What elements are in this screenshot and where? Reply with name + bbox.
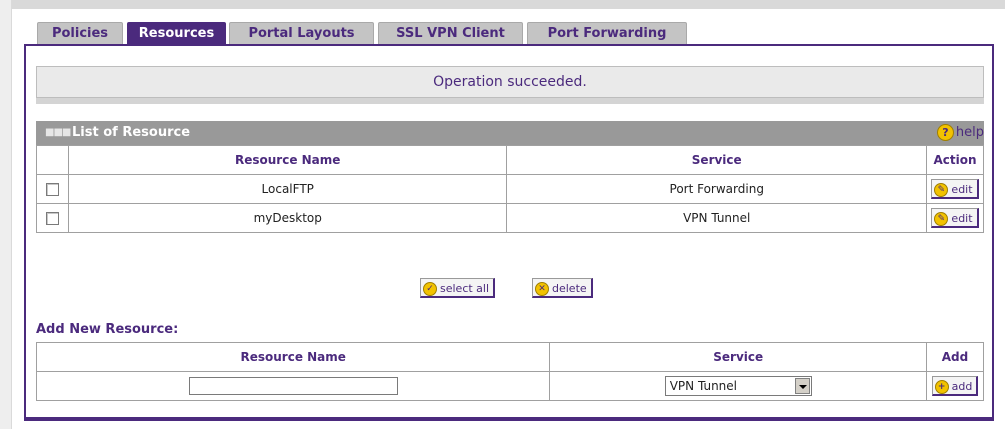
select-column-header: [36, 145, 69, 175]
pencil-icon: ✎: [934, 183, 949, 197]
left-margin: [0, 0, 12, 429]
tab-policies[interactable]: Policies: [37, 22, 123, 44]
select-all-label: select all: [440, 282, 490, 295]
add-resource-name-header: Resource Name: [35, 342, 551, 372]
service-cell: VPN Tunnel: [506, 203, 927, 233]
list-actions-delete: ✕ delete: [532, 278, 593, 298]
resource-name-input[interactable]: [188, 377, 398, 395]
help-link[interactable]: ? help: [936, 121, 984, 145]
plus-icon: +: [934, 380, 949, 394]
delete-button[interactable]: ✕ delete: [532, 278, 593, 298]
edit-button[interactable]: ✎ edit: [931, 208, 979, 228]
resource-name-column-header: Resource Name: [67, 145, 508, 175]
status-message-shadow: [36, 98, 984, 104]
add-resource-row: VPN Tunnel + add: [35, 371, 984, 401]
row-select-cell: [36, 203, 69, 233]
chevron-down-icon[interactable]: [794, 378, 810, 394]
table-row: LocalFTP Port Forwarding ✎ edit: [36, 174, 985, 204]
check-icon: ✓: [423, 282, 437, 296]
tab-port-forwarding[interactable]: Port Forwarding: [527, 22, 687, 44]
table-row: myDesktop VPN Tunnel ✎ edit: [36, 203, 985, 233]
tab-ssl-vpn-client[interactable]: SSL VPN Client: [378, 22, 523, 44]
add-label: add: [951, 380, 973, 393]
add-name-cell: [35, 371, 551, 401]
pencil-icon: ✎: [934, 212, 949, 226]
status-message: Operation succeeded.: [36, 66, 984, 98]
service-select[interactable]: VPN Tunnel: [664, 376, 812, 396]
tab-resources[interactable]: Resources: [127, 22, 226, 44]
add-resource-header: Resource Name Service Add: [35, 342, 984, 372]
resource-name-cell: myDesktop: [67, 203, 508, 233]
x-icon: ✕: [535, 282, 549, 296]
service-select-value: VPN Tunnel: [669, 379, 737, 393]
service-cell: Port Forwarding: [506, 174, 927, 204]
add-service-header: Service: [549, 342, 927, 372]
add-new-resource-title: Add New Resource:: [36, 322, 179, 337]
help-icon: ?: [936, 124, 954, 141]
row-select-cell: [36, 174, 69, 204]
add-service-cell: VPN Tunnel: [549, 371, 927, 401]
action-cell: ✎ edit: [925, 203, 985, 233]
list-actions: ✓ select all: [420, 278, 496, 298]
add-action-cell: + add: [926, 371, 984, 401]
delete-label: delete: [552, 282, 587, 295]
action-cell: ✎ edit: [925, 174, 985, 204]
add-button[interactable]: + add: [931, 376, 979, 396]
action-column-header: Action: [925, 145, 985, 175]
resource-table: Resource Name Service Action LocalFTP Po…: [36, 145, 985, 233]
add-column-header: Add: [926, 342, 984, 372]
row-checkbox[interactable]: [45, 183, 59, 196]
edit-button[interactable]: ✎ edit: [931, 179, 979, 199]
resource-name-cell: LocalFTP: [67, 174, 508, 204]
edit-label: edit: [951, 183, 973, 196]
help-label: help: [955, 125, 984, 140]
window-top-strip: [0, 0, 1005, 9]
list-of-resource-header: ■■■ List of Resource ? help: [36, 121, 984, 145]
add-resource-table: Resource Name Service Add VPN Tunnel + ad…: [35, 342, 984, 401]
grid-icon: ■■■: [45, 127, 71, 138]
list-title: List of Resource: [72, 125, 191, 140]
edit-label: edit: [951, 212, 973, 225]
resource-table-header: Resource Name Service Action: [36, 145, 985, 175]
resources-panel: Operation succeeded. ■■■ List of Resourc…: [24, 44, 994, 421]
select-all-button[interactable]: ✓ select all: [420, 278, 496, 298]
tab-portal-layouts[interactable]: Portal Layouts: [229, 22, 374, 44]
row-checkbox[interactable]: [45, 212, 59, 225]
service-column-header: Service: [506, 145, 927, 175]
